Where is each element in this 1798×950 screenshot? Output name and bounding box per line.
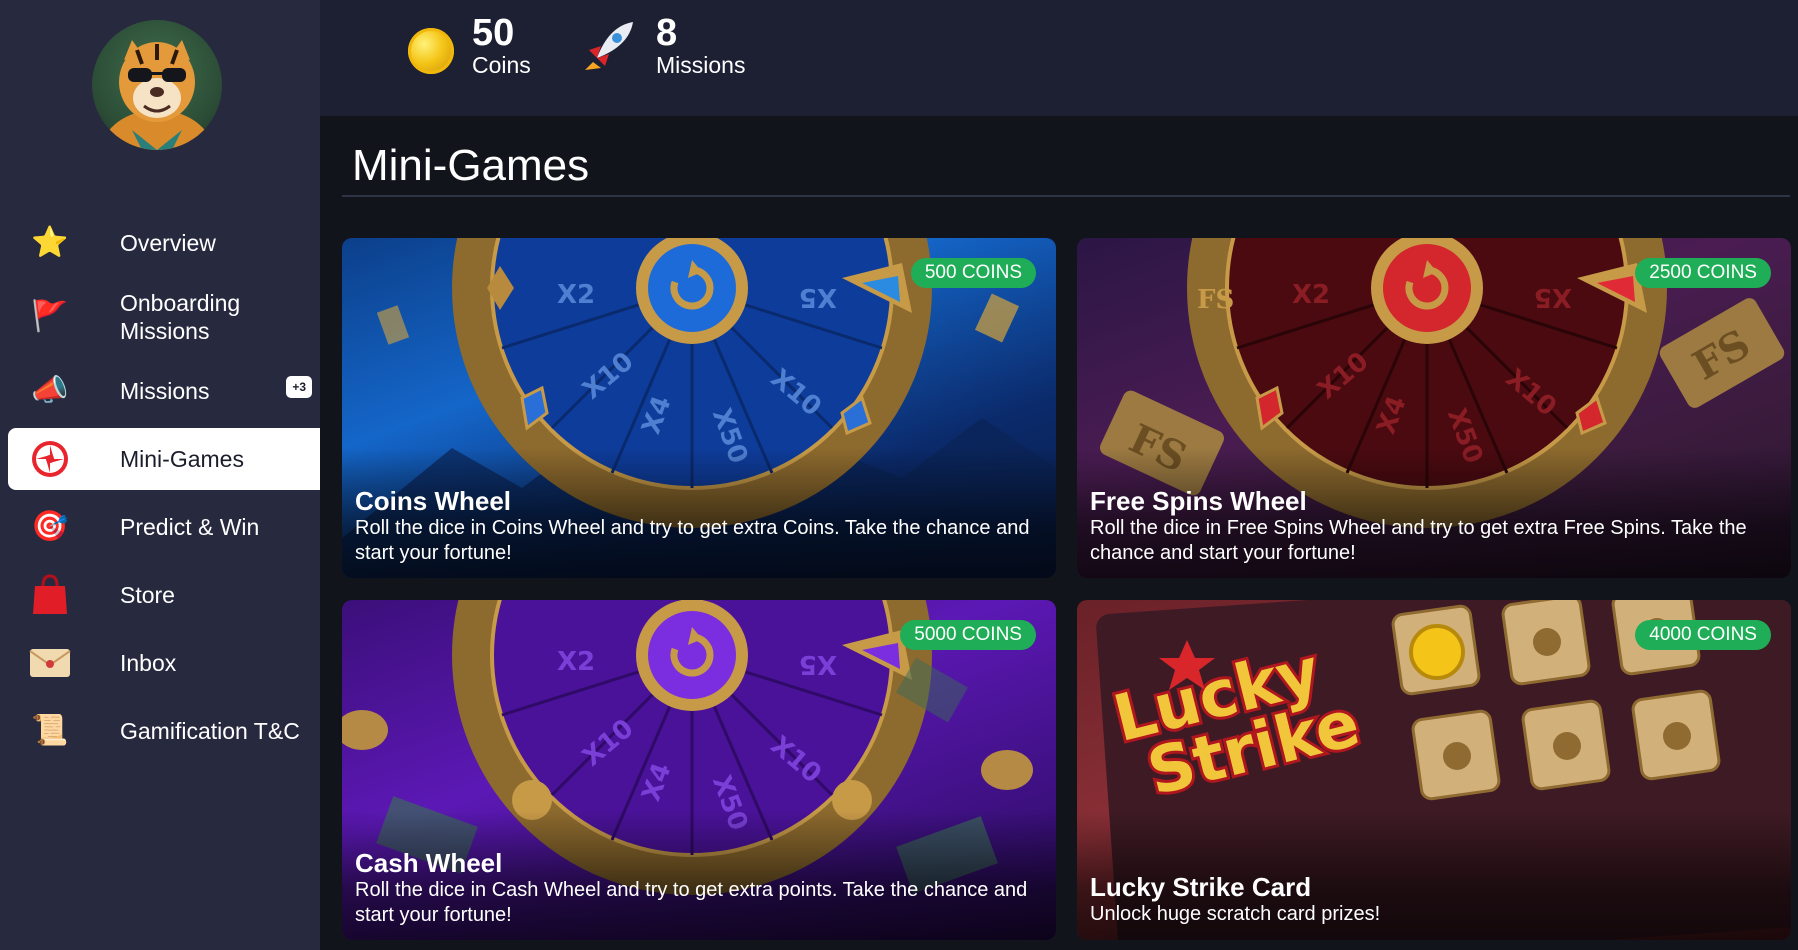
title-divider (342, 195, 1790, 197)
sidebar-item-label: Store (120, 582, 175, 608)
flags-icon: 🚩 (31, 300, 69, 333)
sidebar-nav: ⭐ Overview 🚩 Onboarding Missions 📣 Missi… (8, 212, 320, 768)
sidebar-item-onboarding-missions[interactable]: 🚩 Onboarding Missions (8, 280, 320, 354)
coins-label: Coins (472, 52, 531, 78)
svg-text:X2: X2 (1292, 280, 1330, 310)
game-title: Free Spins Wheel (1090, 486, 1307, 516)
sidebar-item-label: Onboarding Missions (120, 290, 241, 344)
coins-value: 50 (472, 12, 515, 54)
sidebar-item-label: Inbox (120, 650, 177, 676)
target-icon: 🎯 (31, 510, 69, 543)
page-title: Mini-Games (352, 141, 590, 190)
sidebar-item-label: Mini-Games (120, 446, 244, 472)
game-card-lucky-strike-card[interactable]: Lucky Strike 4000 COINS Lucky Strike Car… (1077, 600, 1791, 940)
sidebar-item-label: Predict & Win (120, 514, 260, 540)
game-title: Cash Wheel (355, 848, 503, 878)
coins-stat: 50 Coins (408, 14, 531, 78)
scroll-icon: 📜 (31, 714, 69, 747)
sidebar-item-inbox[interactable]: Inbox (8, 632, 320, 694)
price-badge: 4000 COINS (1635, 620, 1771, 650)
price-badge: 500 COINS (910, 258, 1036, 288)
sidebar-item-predict-and-win[interactable]: 🎯 Predict & Win (8, 496, 320, 558)
missions-label: Missions (656, 52, 746, 78)
missions-stat: 8 Missions (578, 14, 745, 78)
envelope-icon (28, 641, 72, 685)
svg-text:X5: X5 (1534, 282, 1572, 312)
game-description: Roll the dice in Coins Wheel and try to … (355, 517, 1030, 564)
star-icon: ⭐ (31, 226, 69, 259)
sidebar-item-label: Gamification T&C (120, 718, 300, 744)
coin-icon (408, 28, 454, 74)
svg-text:X2: X2 (557, 647, 595, 677)
sidebar-item-store[interactable]: Store (8, 564, 320, 626)
sidebar-item-gamification-tc[interactable]: 📜 Gamification T&C (8, 700, 320, 762)
avatar[interactable] (92, 20, 222, 150)
game-description: Roll the dice in Cash Wheel and try to g… (355, 879, 1028, 926)
svg-text:X5: X5 (799, 282, 837, 312)
svg-text:FS: FS (1197, 285, 1234, 315)
game-description: Unlock huge scratch card prizes! (1090, 903, 1381, 925)
sidebar: ⭐ Overview 🚩 Onboarding Missions 📣 Missi… (0, 0, 320, 950)
sidebar-item-overview[interactable]: ⭐ Overview (8, 212, 320, 274)
game-title: Coins Wheel (355, 486, 512, 516)
price-badge: 2500 COINS (1635, 258, 1771, 288)
rocket-icon (578, 15, 640, 77)
stats-bar: 50 Coins 8 Missions (320, 0, 1798, 116)
sidebar-item-label: Missions (120, 378, 210, 404)
game-card-cash-wheel[interactable]: X2 X5 X10 X10 X4 X50 5000 COINS Cash Whe… (342, 600, 1056, 940)
sidebar-item-missions[interactable]: 📣 Missions +3 (8, 360, 320, 422)
tiger-icon (102, 40, 212, 150)
game-title: Lucky Strike Card (1090, 872, 1312, 902)
missions-value: 8 (656, 12, 678, 54)
price-badge: 5000 COINS (900, 620, 1036, 650)
megaphone-icon: 📣 (31, 374, 69, 407)
sidebar-item-label: Overview (120, 230, 216, 256)
wheel-icon (28, 437, 72, 481)
game-card-coins-wheel[interactable]: X2 X5 X10 X10 X4 X50 500 COINS Coins Whe… (342, 238, 1056, 578)
svg-text:X5: X5 (799, 649, 837, 679)
shopping-bag-icon (28, 573, 72, 617)
sidebar-item-mini-games[interactable]: Mini-Games (8, 428, 320, 490)
missions-count-badge: +3 (286, 376, 312, 398)
game-card-free-spins-wheel[interactable]: X2 X5 X10 X10 X4 X50 FS FS FS 2500 COINS… (1077, 238, 1791, 578)
game-description: Roll the dice in Free Spins Wheel and tr… (1090, 517, 1747, 564)
svg-text:X2: X2 (557, 280, 595, 310)
